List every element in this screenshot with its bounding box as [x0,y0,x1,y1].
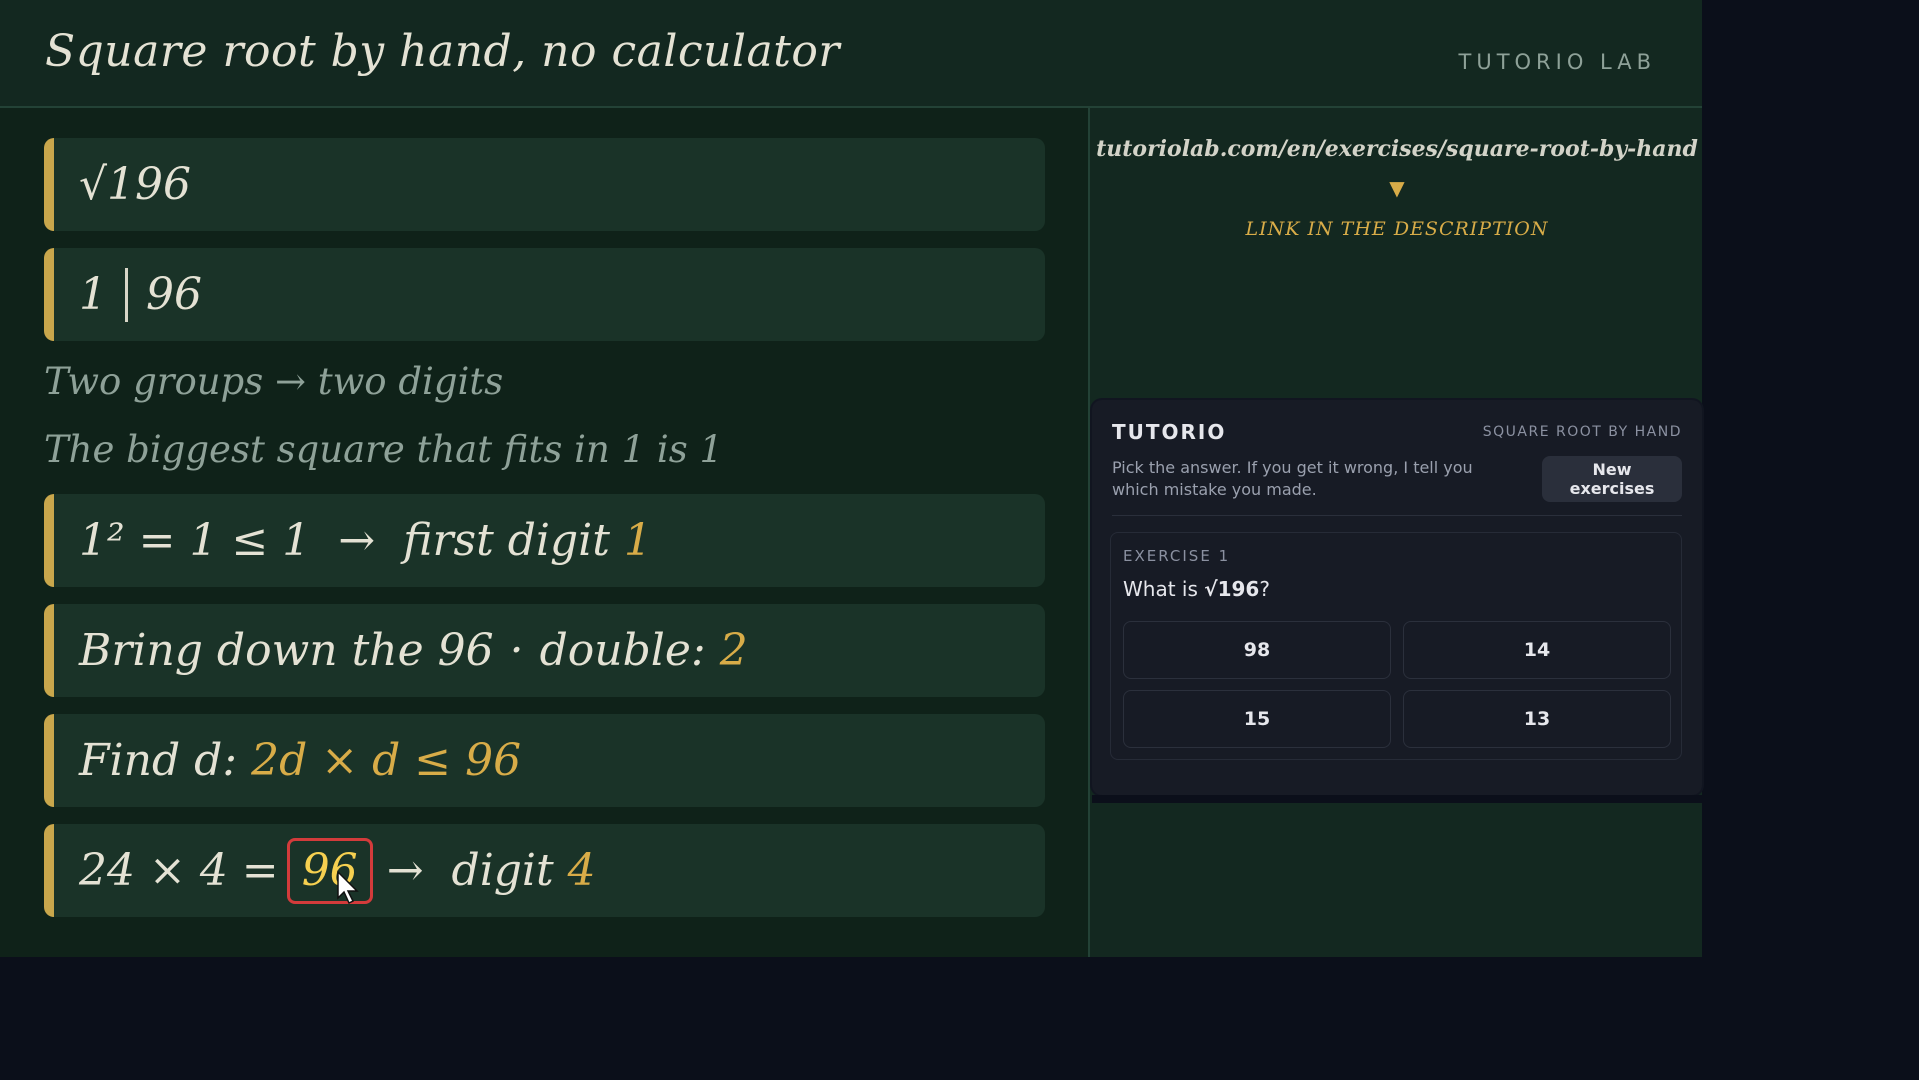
step-card-find-d: Find d: 2d × d ≤ 96 [44,714,1045,807]
exercise-url: tutoriolab.com/en/exercises/square-root-… [1096,136,1698,162]
answer-option[interactable]: 15 [1123,690,1391,748]
question-suffix: ? [1259,577,1270,601]
widget-description: Pick the answer. If you get it wrong, I … [1112,458,1473,499]
step1-text: 1² = 1 ≤ 1 → first digit [79,515,624,566]
down-arrow-icon: ▼ [1389,176,1405,200]
step3-text: Find d: [79,735,252,786]
page-title: Square root by hand, no calculator [45,26,840,77]
link-in-description: LINK IN THE DESCRIPTION [1245,218,1549,240]
step-card-first-digit: 1² = 1 ≤ 1 → first digit 1 [44,494,1045,587]
step2-value: 2 [719,625,748,676]
mouse-cursor-icon [337,870,359,905]
step4-arrow: → digit [386,845,568,896]
answer-option[interactable]: 98 [1123,621,1391,679]
exercise-label: EXERCISE 1 [1123,547,1231,565]
step1-digit: 1 [623,515,652,566]
answer-option[interactable]: 13 [1403,690,1671,748]
step4-text: 24 × 4 = [79,845,279,896]
group-separator [125,267,128,322]
answer-option[interactable]: 14 [1403,621,1671,679]
group-right: 96 [146,269,202,320]
step-card-groups: 1 96 [44,248,1045,341]
step2-label: double: [539,625,720,676]
header: Square root by hand, no calculator TUTOR… [0,0,1702,108]
quiz-widget: TUTORIO SQUARE ROOT BY HAND Pick the ans… [1092,400,1702,795]
radical-expression: √196 [79,159,192,210]
note-groups: Two groups → two digits [44,360,504,403]
note-square: The biggest square that fits in 1 is 1 [44,428,724,471]
question-prefix: What is [1123,577,1205,601]
new-exercises-button[interactable]: New exercises [1542,456,1682,502]
group-left: 1 [79,269,107,320]
widget-brand: TUTORIO [1112,420,1227,444]
widget-topic: SQUARE ROOT BY HAND [1482,424,1682,440]
step2-text: Bring down the 96 [79,625,494,676]
step-card-bring-down: Bring down the 96 · double: 2 [44,604,1045,697]
exercise-question: What is √196? [1123,577,1270,601]
step-card-last-digit: 24 × 4 = 96 → digit 4 [44,824,1045,917]
step3-formula: 2d × d ≤ 96 [251,735,522,786]
widget-divider [1112,515,1682,516]
step4-digit: 4 [567,845,596,896]
step2-dot: · [509,625,524,676]
question-expression: √196 [1204,577,1260,601]
widget-shadow [1092,795,1702,803]
exercise-card: EXERCISE 1 What is √196? 98 14 15 13 [1110,532,1682,760]
brand-label: TUTORIO LAB [1458,50,1656,74]
promo-area: tutoriolab.com/en/exercises/square-root-… [1092,108,1702,398]
step-card-radical: √196 [44,138,1045,231]
